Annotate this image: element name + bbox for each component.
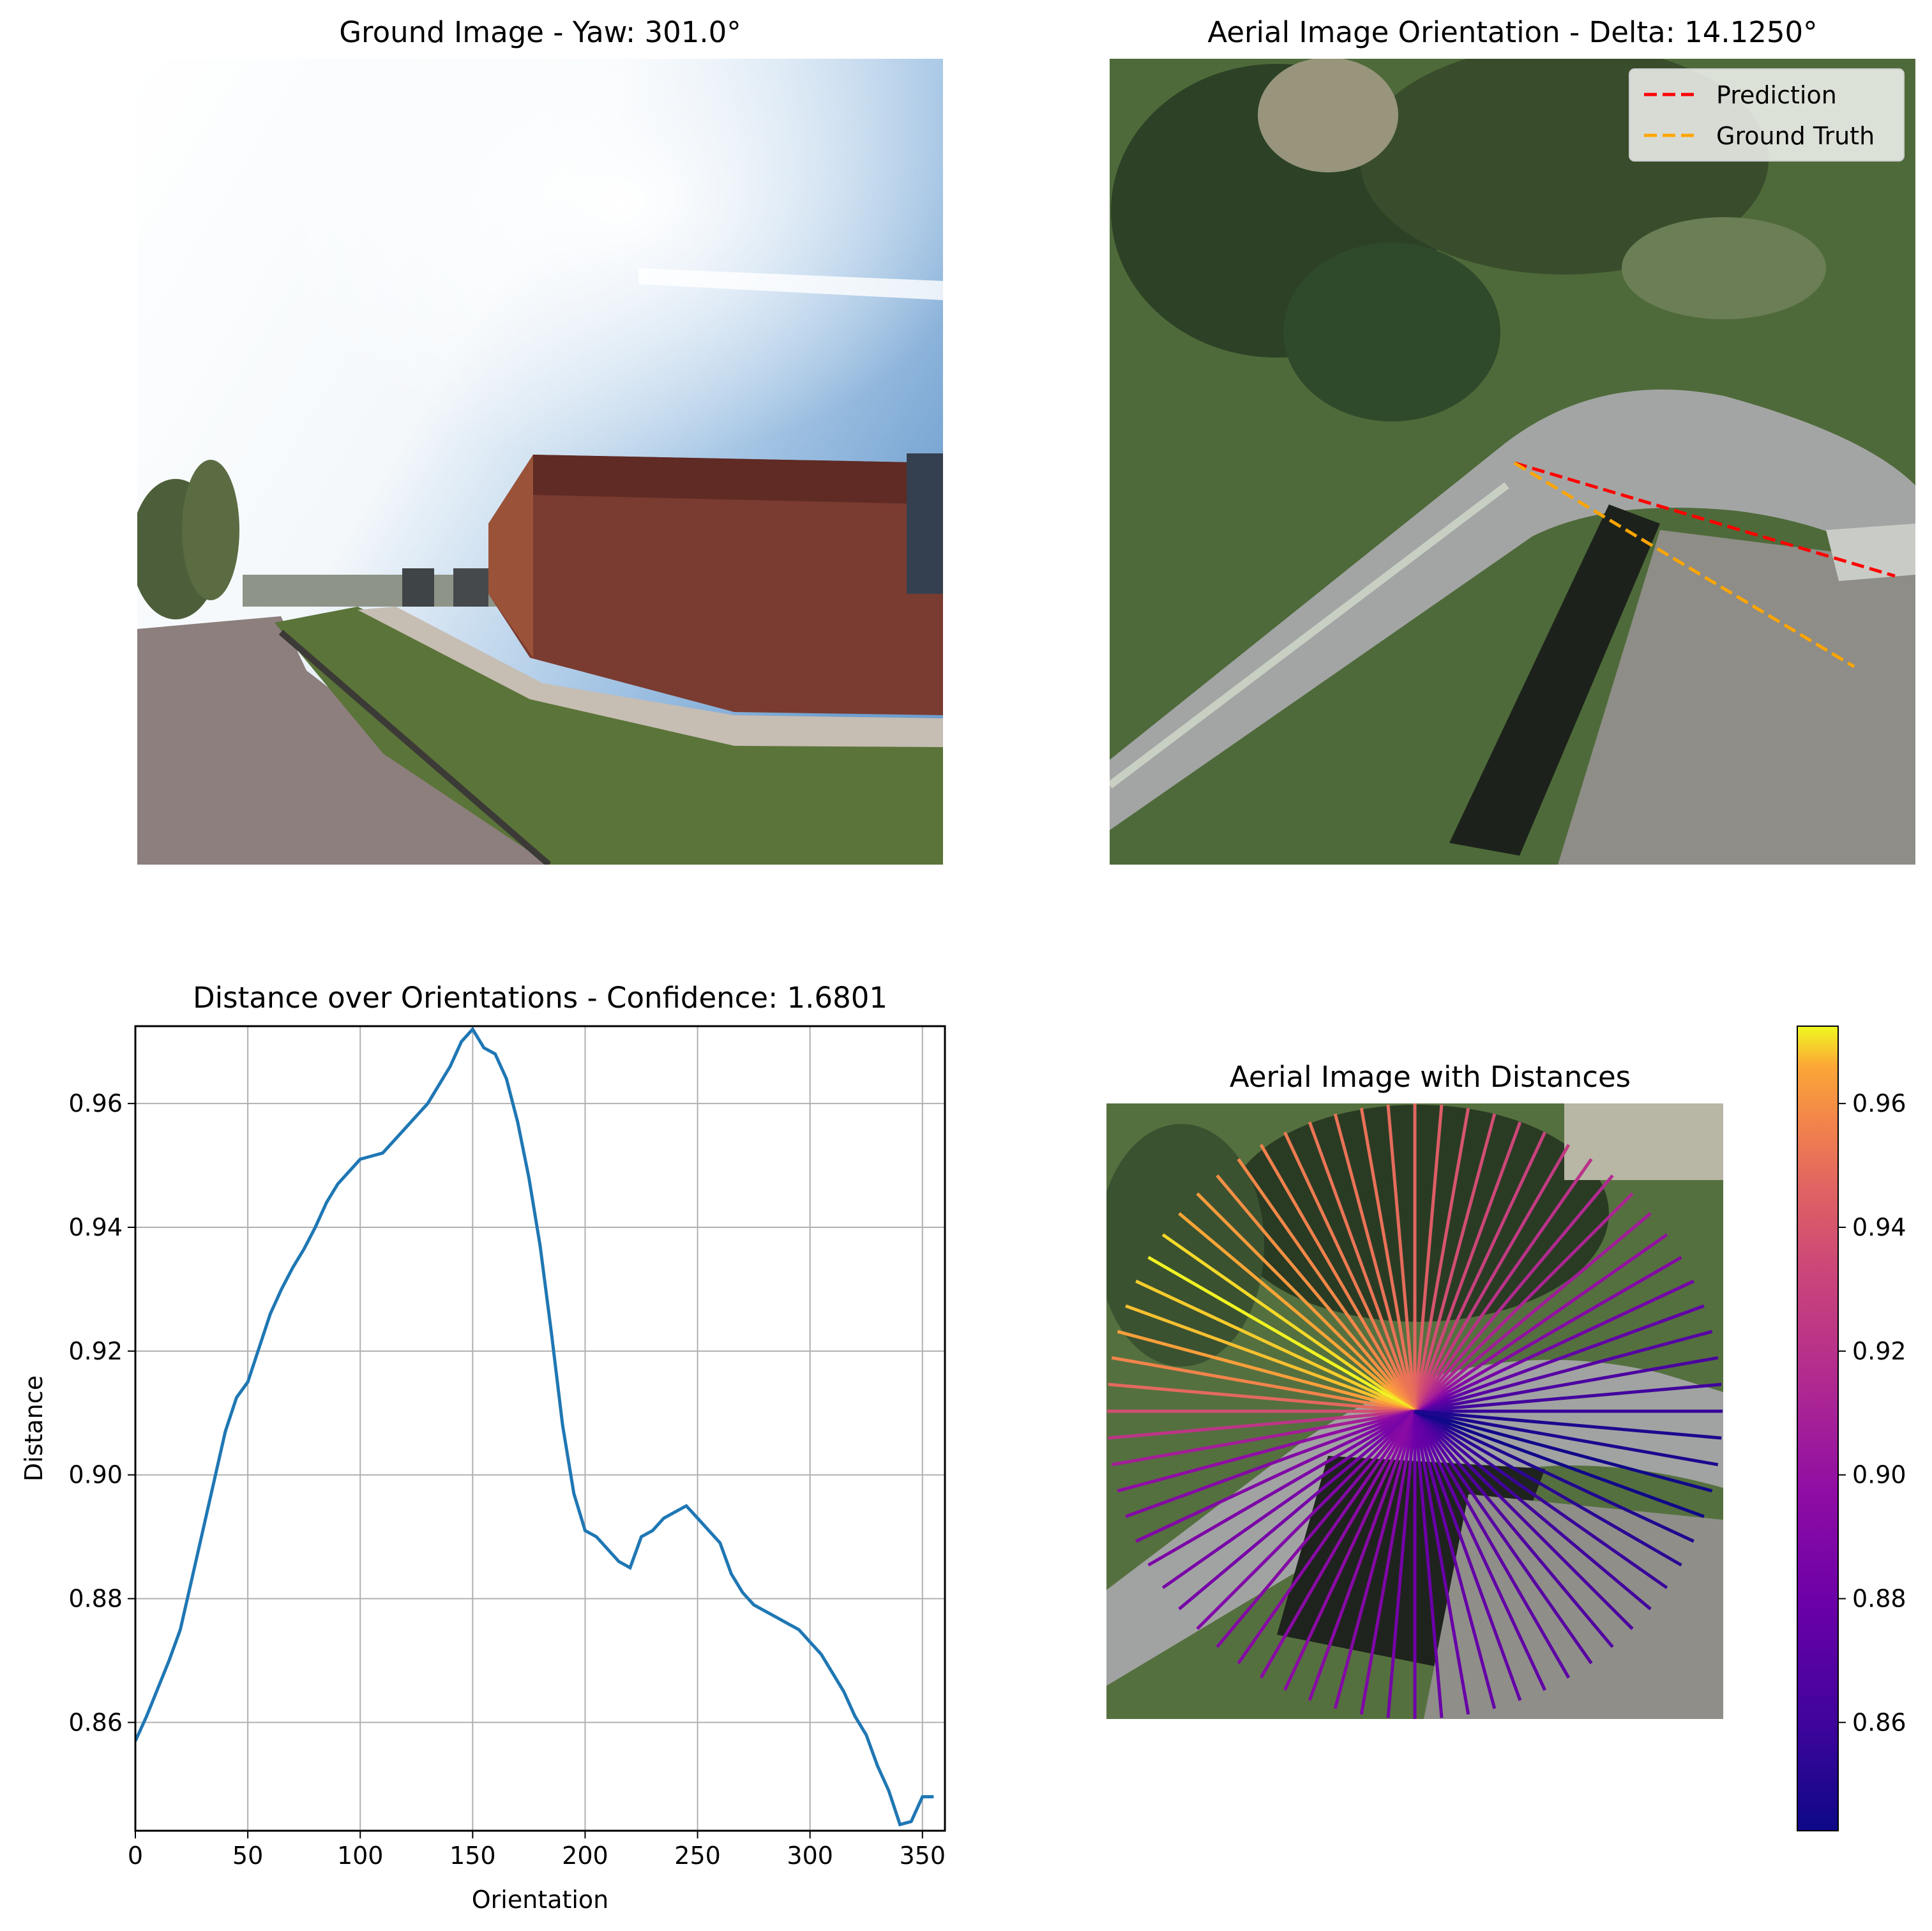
figure-canvas: Ground Image - Yaw: 301.0° Aerial Image … — [20, 15, 1915, 1914]
distance-line-chart: Distance over Orientations - Confidence:… — [20, 981, 946, 1914]
x-tick-label: 100 — [337, 1842, 384, 1870]
ground-image — [137, 59, 943, 865]
y-tick-label: 0.86 — [68, 1708, 123, 1736]
plot-area — [135, 1026, 945, 1831]
aerial-image-title: Aerial Image Orientation - Delta: 14.125… — [1207, 15, 1817, 49]
y-tick-label: 0.96 — [68, 1089, 123, 1117]
colorbar-tick-label: 0.90 — [1852, 1461, 1906, 1489]
y-tick-label: 0.92 — [68, 1337, 123, 1365]
aerial-legend: Prediction Ground Truth — [1629, 68, 1905, 162]
colorbar-ticks: 0.86 0.88 0.90 0.92 0.94 0.96 — [1838, 1089, 1906, 1736]
ground-image-title: Ground Image - Yaw: 301.0° — [339, 15, 741, 49]
x-axis-label: Orientation — [472, 1886, 609, 1914]
line-chart-title: Distance over Orientations - Confidence:… — [193, 981, 887, 1015]
aerial-image — [1110, 59, 1915, 865]
x-ticks: 0 50 100 150 200 250 300 350 — [128, 1831, 946, 1870]
colorbar-gradient — [1797, 1026, 1839, 1831]
x-tick-label: 300 — [787, 1842, 833, 1870]
legend-label-ground-truth: Ground Truth — [1716, 122, 1875, 150]
colorbar-tick-label: 0.96 — [1852, 1089, 1906, 1117]
aerial-distance-title: Aerial Image with Distances — [1230, 1060, 1631, 1094]
y-tick-label: 0.88 — [68, 1585, 123, 1613]
x-tick-label: 0 — [128, 1842, 143, 1870]
y-tick-label: 0.94 — [68, 1213, 123, 1241]
x-tick-label: 50 — [232, 1842, 263, 1870]
aerial-distance-panel: Aerial Image with Distances 0.86 0.88 0.90… — [1106, 1026, 1906, 1831]
x-tick-label: 150 — [449, 1842, 496, 1870]
ground-image-panel: Ground Image - Yaw: 301.0° — [137, 15, 943, 865]
colorbar-tick-label: 0.86 — [1852, 1708, 1906, 1736]
orientation-rays — [1107, 1103, 1723, 1719]
aerial-image-panel: Aerial Image Orientation - Delta: 14.125… — [1110, 15, 1915, 865]
colorbar-tick-label: 0.88 — [1852, 1585, 1906, 1613]
x-tick-label: 250 — [674, 1842, 721, 1870]
x-tick-label: 350 — [900, 1842, 946, 1870]
colorbar-tick-label: 0.92 — [1852, 1337, 1906, 1365]
colorbar-tick-label: 0.94 — [1852, 1213, 1906, 1241]
y-axis-label: Distance — [20, 1375, 48, 1481]
y-tick-label: 0.90 — [68, 1461, 123, 1489]
x-tick-label: 200 — [562, 1842, 608, 1870]
colorbar: 0.86 0.88 0.90 0.92 0.94 0.96 — [1797, 1026, 1906, 1831]
legend-label-prediction: Prediction — [1716, 81, 1837, 109]
y-ticks: 0.86 0.88 0.90 0.92 0.94 0.96 — [68, 1089, 135, 1736]
